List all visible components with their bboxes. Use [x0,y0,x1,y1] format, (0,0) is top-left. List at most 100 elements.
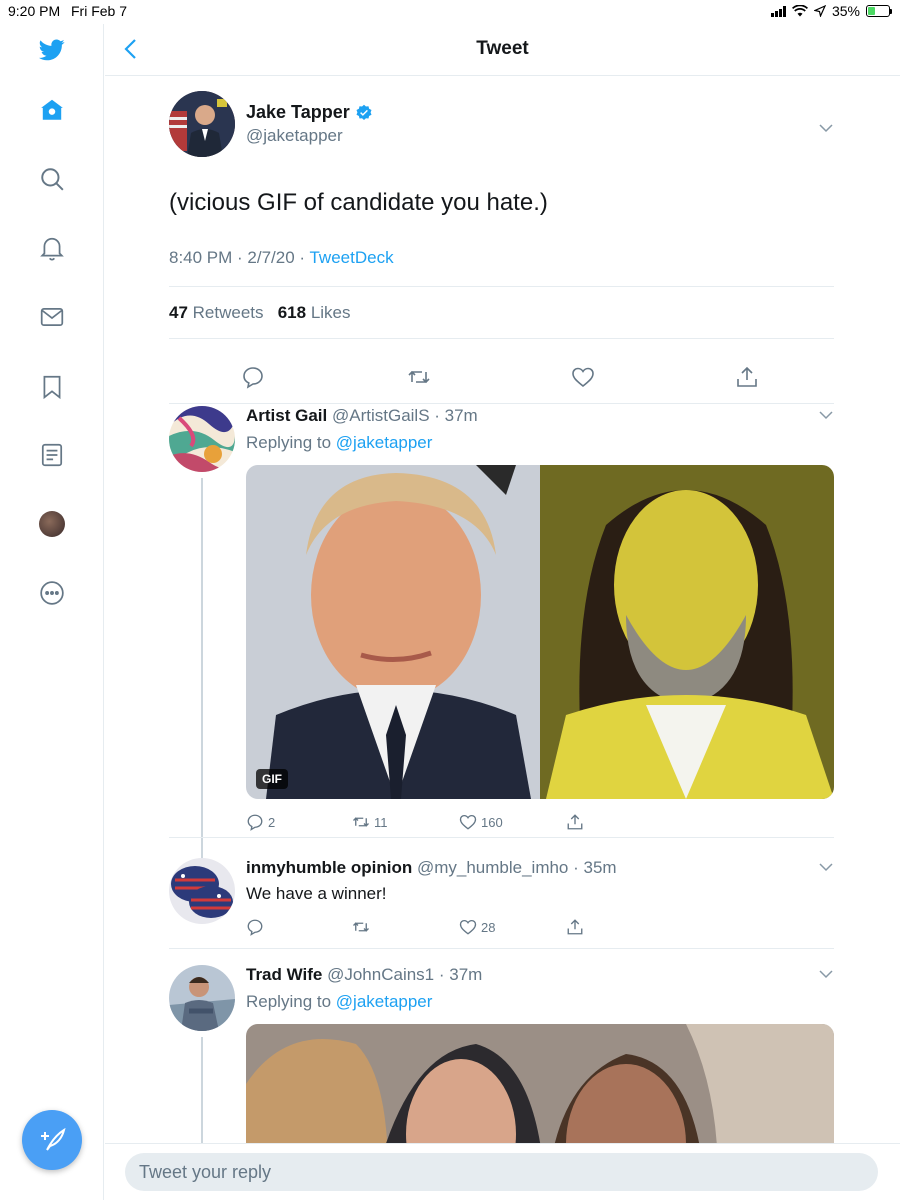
thread-line [201,478,203,858]
mention-link[interactable]: @jaketapper [336,433,433,452]
signal-icon [770,5,786,17]
compose-tweet-button[interactable] [22,1110,82,1170]
divider [169,837,834,838]
replying-to: Replying to @jaketapper [246,433,834,453]
reply-tweet[interactable]: Trad Wife @JohnCains1 · 37m Replying to … [169,965,834,1143]
tweet-detail: Jake Tapper @jaketapper (vicious GIF of … [105,77,900,1143]
reply-actions: 2 11 160 [246,813,606,833]
wifi-icon [791,5,808,17]
reply-header: Artist Gail @ArtistGailS · 37m [246,406,834,426]
chevron-down-icon[interactable] [818,410,834,420]
bookmark-icon[interactable] [38,373,66,401]
divider [169,948,834,949]
retweet-count: 11 [374,814,388,830]
verified-badge-icon [356,104,372,120]
location-arrow-icon [813,5,826,17]
author-name[interactable]: Trad Wife [246,965,322,984]
like-count[interactable]: 618 [278,303,306,322]
avatar[interactable] [169,858,235,924]
replying-prefix: Replying to [246,433,336,452]
retweet-count[interactable]: 47 [169,303,188,322]
tweet-text: (vicious GIF of candidate you hate.) [169,189,548,216]
author-handle: @jaketapper [246,126,343,145]
tweet-timestamp: 8:40 PM · 2/7/20 · TweetDeck [169,248,394,268]
retweets-label[interactable]: Retweets [193,303,264,322]
share-icon [567,814,583,830]
author-name[interactable]: inmyhumble opinion [246,858,412,877]
share-button[interactable] [566,813,584,831]
retweet-icon[interactable] [407,365,431,389]
share-icon [567,919,583,935]
reply-text: We have a winner! [246,884,387,903]
like-count: 160 [481,814,503,830]
reply-header: Trad Wife @JohnCains1 · 37m [246,965,834,985]
avatar[interactable] [169,91,235,157]
page-title: Tweet [476,38,529,59]
status-date: Fri Feb 7 [71,3,128,19]
likes-label[interactable]: Likes [311,303,351,322]
bell-icon[interactable] [38,234,66,262]
status-indicators: 35% [770,3,892,19]
gif-image [246,465,834,799]
compose-tweet-icon [41,1127,66,1151]
tweet-stats: 47 Retweets 618 Likes [169,303,351,323]
reply-tweet[interactable]: Artist Gail @ArtistGailS · 37m Replying … [169,406,834,858]
chevron-down-icon[interactable] [818,969,834,979]
main-tweet: Jake Tapper @jaketapper (vicious GIF of … [169,91,834,404]
retweet-icon [353,817,369,827]
battery-percent: 35% [831,3,860,19]
avatar[interactable] [169,965,235,1031]
share-icon[interactable] [735,365,759,389]
thread-line [201,1037,203,1143]
more-icon[interactable] [38,579,66,607]
divider [169,403,834,404]
author-handle: @ArtistGailS · 37m [331,406,478,425]
profile-avatar[interactable] [38,510,66,538]
reply-input[interactable]: Tweet your reply [125,1153,878,1191]
retweet-button[interactable]: 11 [352,813,388,831]
battery-icon [866,5,892,17]
avatar[interactable] [169,406,235,472]
share-button[interactable] [566,918,584,936]
author-handle: @my_humble_imho · 35m [416,858,617,877]
list-icon[interactable] [38,441,66,469]
reply-button[interactable] [246,918,268,936]
search-icon[interactable] [38,165,66,193]
mail-icon[interactable] [38,303,66,331]
like-button[interactable]: 160 [459,813,503,831]
reply-icon [247,814,263,831]
chevron-down-icon[interactable] [818,862,834,872]
tweet-time: 8:40 PM · 2/7/20 · [169,248,310,267]
author-handle: @JohnCains1 · 37m [327,965,483,984]
retweet-button[interactable] [352,918,374,936]
media-image [246,1024,834,1143]
twitter-logo-icon[interactable] [38,36,66,64]
mention-link[interactable]: @jaketapper [336,992,433,1011]
home-icon[interactable] [38,96,66,124]
divider [169,286,834,287]
reply-media[interactable] [246,1024,834,1143]
replying-prefix: Replying to [246,992,336,1011]
chevron-down-icon[interactable] [818,123,834,133]
like-icon [459,919,477,935]
tweet-source-link[interactable]: TweetDeck [309,248,393,267]
reply-button[interactable]: 2 [246,813,275,831]
sidebar [0,24,104,1200]
replying-to: Replying to @jaketapper [246,992,834,1012]
header: Tweet [105,24,900,76]
gif-badge: GIF [256,769,288,789]
author-name[interactable]: Artist Gail [246,406,327,425]
reply-icon [247,919,263,936]
reply-tweet[interactable]: inmyhumble opinion @my_humble_imho · 35m… [169,858,834,948]
reply-header: inmyhumble opinion @my_humble_imho · 35m [246,858,834,878]
display-name[interactable]: Jake Tapper [246,102,373,123]
gif-media[interactable]: GIF [246,465,834,799]
like-button[interactable]: 28 [459,918,495,936]
status-time: 9:20 PM [8,3,61,19]
reply-icon[interactable] [241,365,265,389]
author-name: Jake Tapper [246,102,350,122]
divider [169,338,834,339]
like-icon[interactable] [571,365,595,389]
reply-actions: 28 [246,918,606,938]
status-bar: 9:20 PM Fri Feb 7 35% [0,0,900,24]
